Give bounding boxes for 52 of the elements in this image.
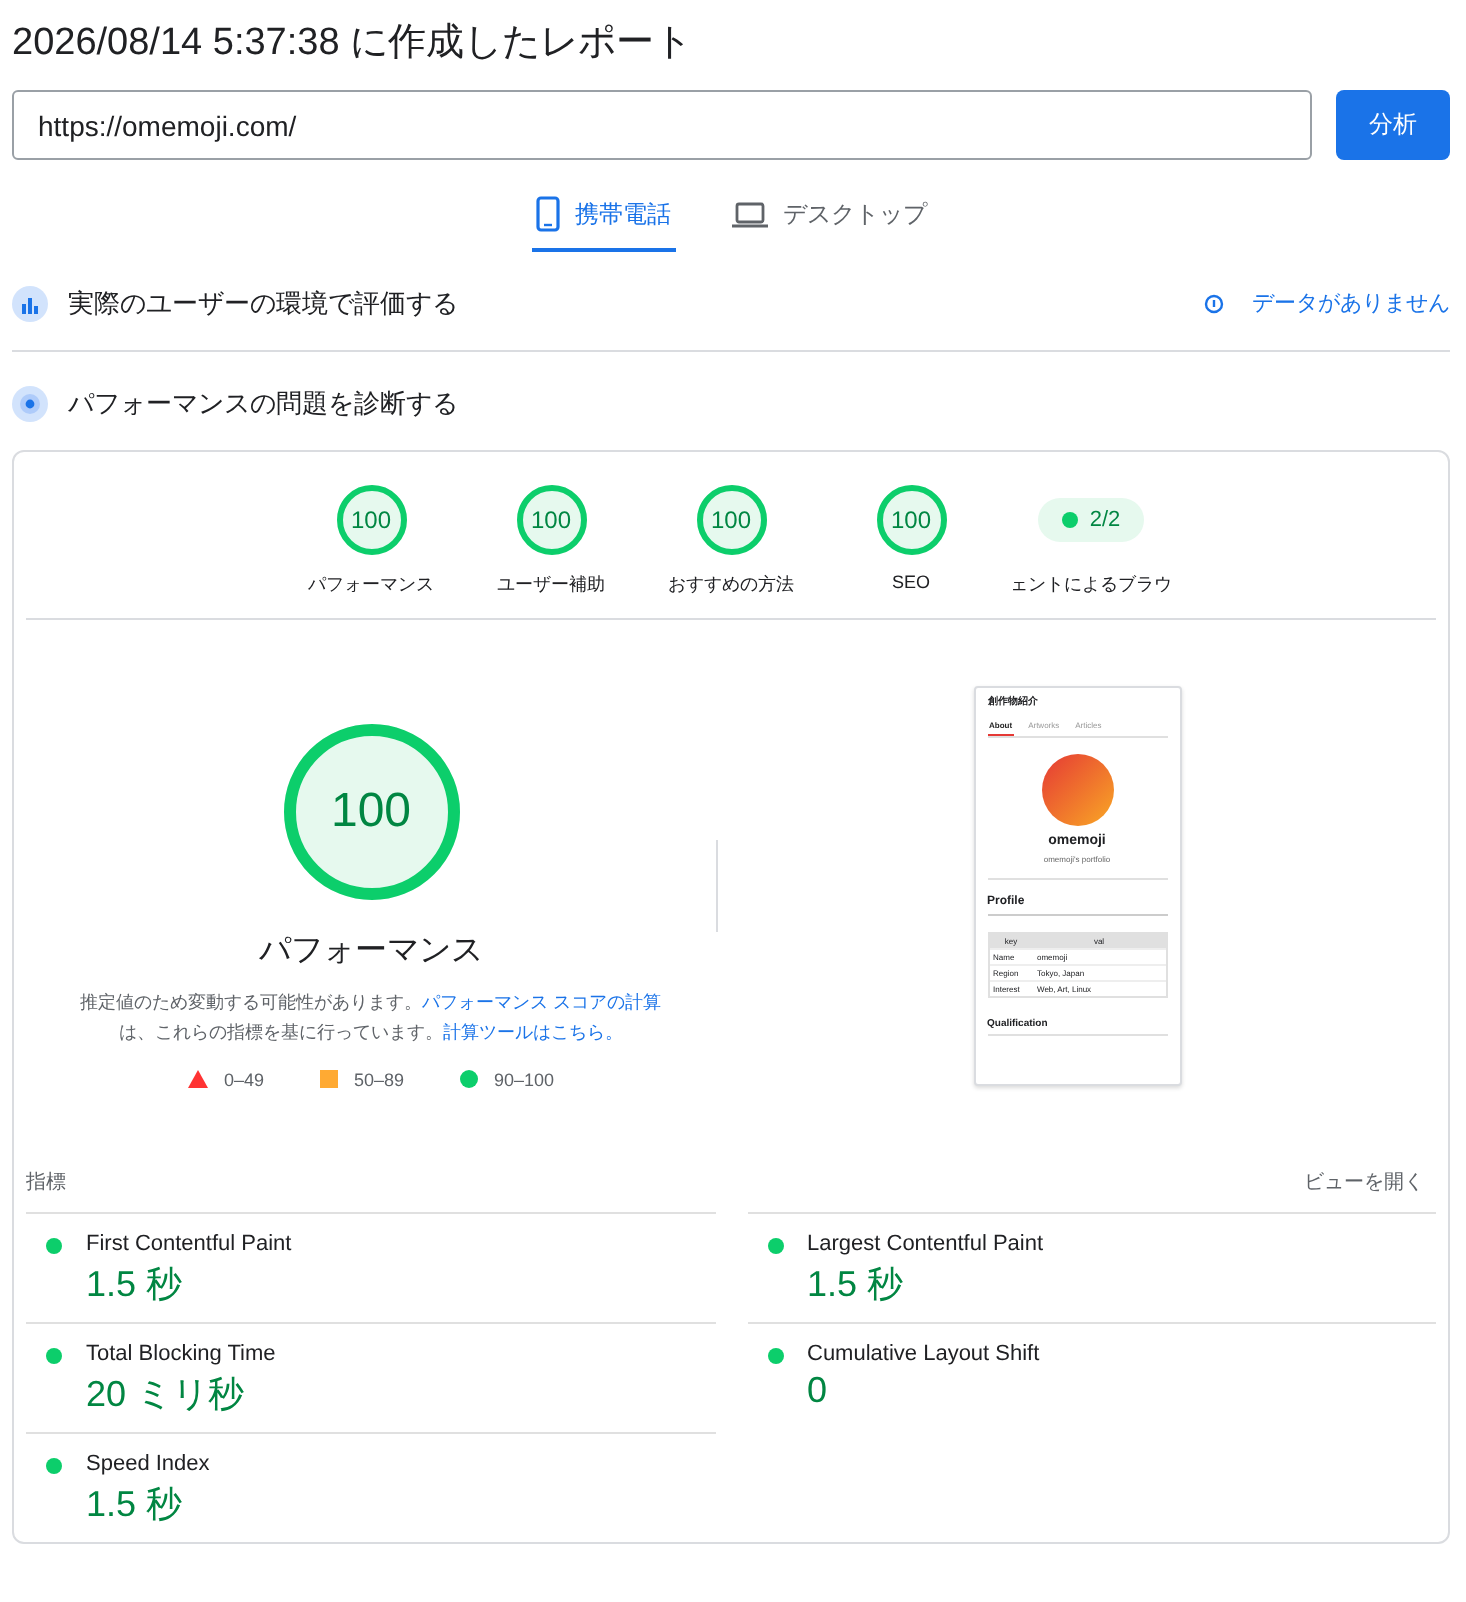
legend-range: 50–89 <box>353 1069 404 1090</box>
score-value: 100 <box>890 506 932 534</box>
metric-name: Total Blocking Time <box>86 1342 276 1366</box>
category-label: パフォーマンス <box>308 572 434 598</box>
legend-range: 0–49 <box>223 1069 264 1090</box>
avatar-placeholder <box>1041 754 1113 826</box>
score-value: 100 <box>350 506 392 534</box>
category-label: ェントによるブラウ <box>1010 572 1172 598</box>
circle-icon <box>460 1070 478 1089</box>
triangle-icon <box>187 1070 208 1089</box>
section-title: パフォーマンスの問題を診断する <box>68 385 458 421</box>
score-gauge[interactable] <box>876 485 946 555</box>
metric-value: 1.5 秒 <box>86 1482 185 1528</box>
info-icon <box>1204 293 1224 313</box>
metric-value: 20 ミリ秒 <box>86 1372 247 1418</box>
no-data-status: データがありません <box>1252 290 1450 318</box>
score-gauge[interactable] <box>336 485 406 555</box>
score-value: 100 <box>710 506 752 534</box>
device-tab[interactable]: 携帯電話 <box>531 188 675 252</box>
report-title: 2026/08/14 5:37:38 に作成したレポート <box>12 20 695 68</box>
metric-value: 1.5 秒 <box>807 1262 906 1308</box>
calc-link[interactable]: パフォーマンス スコアの計算 <box>422 992 662 1013</box>
users-chart-icon <box>12 285 48 321</box>
metric-name: Largest Contentful Paint <box>807 1232 1044 1256</box>
analyze-button[interactable]: 分析 <box>1336 90 1450 160</box>
metric-value: 0 <box>807 1370 830 1412</box>
category-label: ユーザー補助 <box>497 572 605 598</box>
metric-name: Speed Index <box>86 1452 210 1476</box>
score-pill[interactable]: 2/2 <box>1037 498 1145 542</box>
metric-value: 1.5 秒 <box>86 1262 185 1308</box>
score-value: 100 <box>330 784 412 841</box>
metrics-label: 指標 <box>26 1169 66 1196</box>
calculator-link[interactable]: 計算ツールはこちら。 <box>443 1021 623 1041</box>
laptop-icon <box>731 201 767 227</box>
expand-view-toggle[interactable]: ビューを開く <box>1304 1168 1424 1196</box>
category-label: おすすめの方法 <box>668 572 794 598</box>
metric-name: Cumulative Layout Shift <box>807 1342 1040 1366</box>
section-title: 実際のユーザーの環境で評価する <box>68 285 458 321</box>
score-gauge[interactable] <box>696 485 766 555</box>
score-gauge[interactable] <box>516 485 586 555</box>
category-label: SEO <box>891 572 930 592</box>
url-field[interactable]: https://omemoji.com/ <box>12 90 1312 160</box>
device-tab[interactable]: デスクトップ <box>727 188 931 252</box>
metric-name: First Contentful Paint <box>86 1232 292 1256</box>
legend-range: 90–100 <box>494 1069 555 1090</box>
target-icon <box>12 385 48 421</box>
square-icon <box>319 1070 338 1089</box>
score-note: 推定値のため変動する可能性があります。パフォーマンス スコアの計算 は、これらの指標を基に行っています。計算ツールはこちら。 <box>78 990 664 1045</box>
gauge-title: パフォーマンス <box>259 932 483 973</box>
pass-dot-icon <box>1061 512 1078 528</box>
score-value: 100 <box>530 506 572 534</box>
phone-icon <box>535 196 559 232</box>
